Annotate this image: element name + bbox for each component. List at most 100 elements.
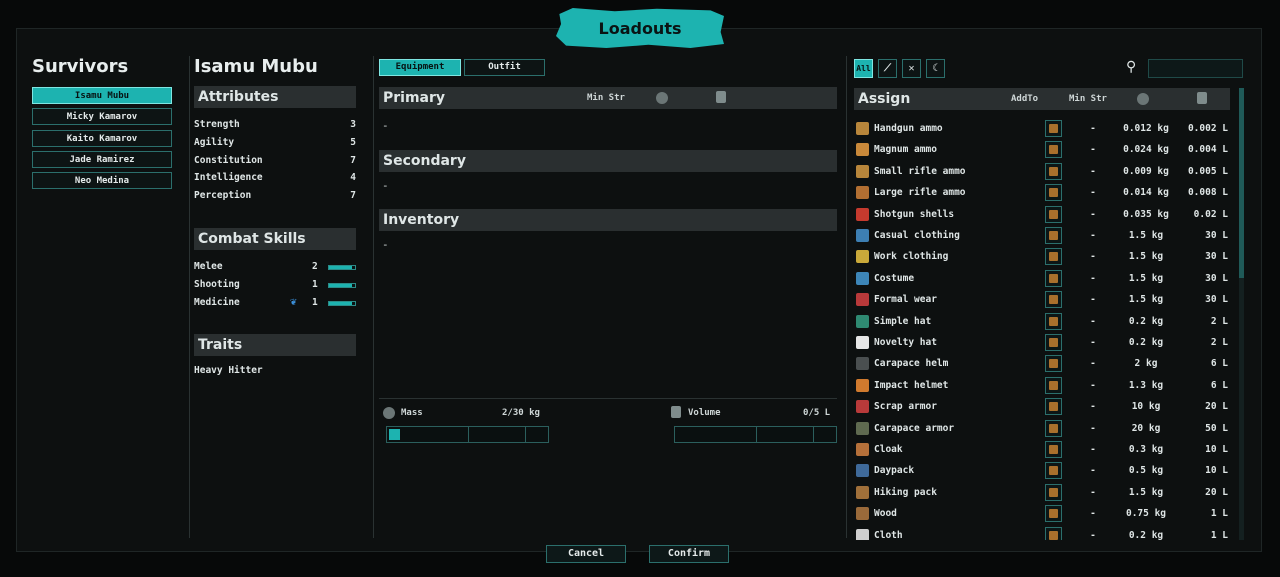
item-row[interactable]: Simple hat - 0.2 kg 2 L (854, 312, 1234, 333)
item-row[interactable]: Hiking pack - 1.5 kg 20 L (854, 483, 1234, 504)
item-icon (856, 143, 869, 157)
item-name: Small rifle ammo (874, 165, 966, 177)
item-name: Costume (874, 272, 915, 284)
item-volume: 0.002 L (1187, 123, 1228, 134)
item-icon (856, 528, 869, 540)
item-name: Hiking pack (874, 486, 937, 498)
item-icon (856, 186, 869, 200)
item-row[interactable]: Cloak - 0.3 kg 10 L (854, 440, 1234, 461)
item-volume: 20 L (1205, 486, 1228, 498)
backpack-icon (1049, 188, 1058, 198)
add-to-button[interactable] (1045, 291, 1062, 309)
item-row[interactable]: Impact helmet - 1.3 kg 6 L (854, 376, 1234, 397)
add-to-button[interactable] (1045, 441, 1062, 458)
item-row[interactable]: Costume - 1.5 kg 30 L (854, 269, 1234, 290)
item-row[interactable]: Casual clothing - 1.5 kg 30 L (854, 226, 1234, 247)
item-row[interactable]: Small rifle ammo - 0.009 kg 0.005 L (854, 162, 1234, 183)
item-row[interactable]: Magnum ammo - 0.024 kg 0.004 L (854, 140, 1234, 161)
item-min-str: - (1090, 358, 1096, 370)
item-mass: 0.012 kg (1123, 123, 1169, 134)
item-icon (856, 507, 869, 521)
item-mass: 2 kg (1134, 358, 1158, 370)
item-min-str: - (1090, 465, 1096, 477)
item-volume: 30 L (1205, 230, 1228, 241)
item-row[interactable]: Wood - 0.75 kg 1 L (854, 504, 1234, 525)
add-to-button[interactable] (1045, 162, 1062, 180)
add-to-button[interactable] (1045, 505, 1062, 523)
item-row[interactable]: Scrap armor - 10 kg 20 L (854, 397, 1234, 418)
item-mass: 0.2 kg (1128, 529, 1164, 540)
item-name: Simple hat (874, 315, 932, 327)
backpack-icon (1049, 273, 1058, 283)
backpack-icon (1049, 316, 1058, 326)
item-row[interactable]: Shotgun shells - 0.035 kg 0.02 L (854, 205, 1234, 226)
item-list: Handgun ammo - 0.012 kg 0.002 L Magnum ammo -… (0, 0, 1280, 540)
item-row[interactable]: Handgun ammo - 0.012 kg 0.002 L (854, 119, 1234, 140)
item-row[interactable]: Work clothing - 1.5 kg 30 L (854, 247, 1234, 268)
item-min-str: - (1090, 508, 1096, 520)
item-min-str: - (1090, 444, 1096, 455)
item-min-str: - (1090, 123, 1096, 134)
item-min-str: - (1090, 144, 1096, 156)
item-min-str: - (1090, 230, 1096, 241)
add-to-button[interactable] (1045, 398, 1062, 416)
item-volume: 2 L (1210, 337, 1228, 348)
item-volume: 10 L (1205, 465, 1228, 477)
item-row[interactable]: Carapace armor - 20 kg 50 L (854, 419, 1234, 440)
backpack-icon (1049, 487, 1058, 497)
add-to-button[interactable] (1045, 141, 1062, 159)
item-icon (856, 250, 869, 264)
item-volume: 0.02 L (1193, 208, 1228, 220)
item-volume: 0.004 L (1187, 144, 1228, 156)
item-min-str: - (1090, 379, 1096, 391)
backpack-icon (1049, 509, 1058, 519)
backpack-icon (1049, 380, 1058, 390)
add-to-button[interactable] (1045, 269, 1062, 287)
add-to-button[interactable] (1045, 462, 1062, 480)
item-icon (856, 122, 869, 135)
backpack-icon (1049, 124, 1058, 133)
item-mass: 0.009 kg (1123, 165, 1169, 177)
item-volume: 20 L (1205, 401, 1228, 413)
add-to-button[interactable] (1045, 483, 1062, 501)
add-to-button[interactable] (1045, 334, 1062, 351)
add-to-button[interactable] (1045, 419, 1062, 437)
item-row[interactable]: Daypack - 0.5 kg 10 L (854, 461, 1234, 482)
item-icon (856, 271, 869, 285)
scrollbar-thumb[interactable] (1239, 88, 1244, 278)
item-volume: 1 L (1210, 508, 1228, 520)
confirm-button[interactable]: Confirm (649, 545, 729, 563)
cancel-button[interactable]: Cancel (546, 545, 626, 563)
add-to-button[interactable] (1045, 312, 1062, 330)
item-icon (856, 314, 869, 328)
item-list-scrollbar[interactable] (1239, 88, 1244, 540)
item-row[interactable]: Carapace helm - 2 kg 6 L (854, 354, 1234, 375)
add-to-button[interactable] (1045, 248, 1062, 266)
item-name: Novelty hat (874, 337, 937, 348)
backpack-icon (1049, 231, 1058, 240)
item-row[interactable]: Large rifle ammo - 0.014 kg 0.008 L (854, 183, 1234, 204)
item-icon (856, 464, 869, 478)
add-to-button[interactable] (1045, 120, 1062, 137)
item-row[interactable]: Novelty hat - 0.2 kg 2 L (854, 333, 1234, 354)
item-icon (856, 400, 869, 414)
add-to-button[interactable] (1045, 227, 1062, 244)
item-min-str: - (1090, 165, 1096, 177)
item-name: Wood (874, 508, 897, 520)
add-to-button[interactable] (1045, 184, 1062, 202)
item-row[interactable]: Formal wear - 1.5 kg 30 L (854, 290, 1234, 311)
add-to-button[interactable] (1045, 205, 1062, 223)
item-row[interactable]: Cloth - 0.2 kg 1 L (854, 526, 1234, 540)
add-to-button[interactable] (1045, 376, 1062, 394)
item-min-str: - (1090, 315, 1096, 327)
item-volume: 6 L (1210, 379, 1228, 391)
backpack-icon (1049, 295, 1058, 305)
add-to-button[interactable] (1045, 355, 1062, 373)
item-name: Handgun ammo (874, 123, 943, 134)
backpack-icon (1049, 359, 1058, 369)
backpack-icon (1049, 166, 1058, 176)
item-name: Large rifle ammo (874, 187, 966, 199)
backpack-icon (1049, 445, 1058, 454)
add-to-button[interactable] (1045, 526, 1062, 540)
item-volume: 6 L (1210, 358, 1228, 370)
